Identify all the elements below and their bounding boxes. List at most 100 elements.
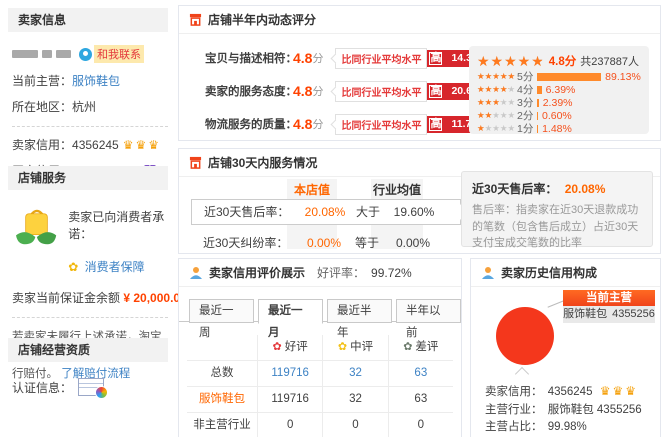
cert-label: 认证信息： — [12, 379, 72, 396]
dist-percent: 0.60% — [542, 110, 572, 122]
qualification-title: 店铺经营资质 — [8, 338, 168, 362]
rating-unit: 分 — [312, 83, 323, 99]
main-business-label: 当前主营： — [12, 72, 72, 89]
service-row-label: 近30天售后率： — [192, 200, 300, 224]
row-label: 总数 — [187, 361, 257, 386]
star-icons-on: ★★★★★ — [477, 85, 509, 94]
location-row: 所在地区： 杭州 — [12, 98, 168, 115]
higher-badge: 高 — [427, 83, 444, 100]
rating-row: 宝贝与描述相符： 4.8 分 比同行业平均水平 高 14.34% — [205, 48, 494, 68]
compare-bubble: 比同行业平均水平 — [335, 48, 427, 69]
main-business-link[interactable]: 服饰鞋包 — [72, 72, 120, 89]
contact-seller-badge[interactable]: 和我联系 — [94, 45, 144, 63]
cell-value: 119716 — [257, 387, 322, 412]
dynamic-rating-panel: 店铺半年内动态评分 宝贝与描述相符： 4.8 分 比同行业平均水平 高 14.3… — [178, 5, 661, 141]
service-row-label: 近30天纠纷率： — [191, 233, 299, 253]
history-value: 服饰鞋包 4355256 — [548, 404, 642, 416]
dist-percent: 1.48% — [542, 123, 572, 135]
tab-last-halfyear[interactable]: 最近半年 — [327, 299, 392, 323]
distribution-row: ★★★★★★★★★★ 4分 6.39% — [477, 83, 641, 96]
service-industry-value: 0.00% — [385, 233, 441, 253]
good-rate-value: 99.72% — [371, 266, 412, 280]
col-industry-avg: 行业均值 — [371, 181, 423, 198]
promise-block: 卖家已向消费者承诺： ✿ 消费者保障 — [12, 202, 168, 275]
seller-credit-label: 卖家信用： — [12, 136, 72, 153]
dist-bar — [537, 125, 538, 133]
deposit-label: 卖家当前保证金余额 — [12, 291, 120, 305]
tab-last-week[interactable]: 最近一周 — [189, 299, 254, 323]
star-icons-on: ★★★★★ — [477, 72, 517, 81]
shop-icon — [189, 156, 202, 169]
distribution-row: ★★★★★★★★★★ 2分 0.60% — [477, 109, 641, 122]
rating-score: 4.8 — [293, 50, 312, 66]
star-distribution-panel: ★★★★★★★★★★ 4.8分 共237887人 ★★★★★★★★★★ 5分 8… — [469, 46, 649, 134]
crown-icons: ♛♛♛ — [123, 138, 161, 152]
rating-unit: 分 — [312, 50, 323, 66]
history-label: 卖家信用： — [485, 386, 543, 398]
dist-label: 1分 — [517, 121, 537, 136]
dist-percent: 89.13% — [605, 71, 641, 83]
compare-bubble: 比同行业平均水平 — [335, 114, 427, 135]
star-icons-on: ★★★★★ — [477, 98, 501, 107]
shop-service-title: 店铺服务 — [8, 166, 168, 190]
rating-label: 物流服务的质量： — [205, 116, 293, 132]
location-value: 杭州 — [72, 98, 96, 115]
cell-value: 63 — [388, 387, 453, 412]
row-label: 服饰鞋包 — [187, 387, 257, 412]
certificate-icon[interactable] — [78, 378, 104, 396]
shop-icon — [189, 13, 202, 26]
history-label: 主营占比： — [485, 421, 543, 433]
cell-value-link[interactable]: 32 — [349, 367, 362, 379]
cell-value-link[interactable]: 63 — [414, 367, 427, 379]
tab-before-halfyear[interactable]: 半年以前 — [396, 299, 461, 323]
history-main-industry-row: 主营行业： 服饰鞋包 4355256 — [485, 401, 642, 417]
higher-badge: 高 — [427, 116, 444, 133]
seller-name-redacted — [12, 50, 38, 58]
seller-info-title: 卖家信息 — [8, 8, 168, 32]
table-row: 服饰鞋包 119716 32 63 — [187, 387, 453, 413]
dist-bar — [537, 73, 601, 81]
crown-icons: ♛♛♛ — [600, 384, 638, 398]
distribution-row: ★★★★★★★★★★ 5分 89.13% — [477, 70, 641, 83]
cell-value: 32 — [322, 387, 387, 412]
main-business-row: 当前主营： 服饰鞋包 — [12, 72, 168, 89]
wangwang-icon[interactable] — [79, 48, 92, 61]
dispute-rate-row: 近30天纠纷率： 0.00% 等于 0.00% — [191, 233, 459, 253]
aftersale-rate-row[interactable]: 近30天售后率： 20.08% 大于 19.60% — [191, 199, 461, 225]
time-range-tabs: 最近一周 最近一月 最近半年 半年以前 — [189, 299, 461, 324]
col-good: 好评 — [285, 341, 308, 353]
history-label: 主营行业： — [485, 404, 543, 416]
summary-count: 共237887人 — [580, 53, 639, 69]
history-main-ratio-row: 主营占比： 99.98% — [485, 418, 587, 434]
pie-callout: 当前主营 服饰鞋包 4355256 — [563, 290, 655, 323]
cell-value: 0 — [257, 413, 322, 437]
seller-credit-row: 卖家信用： 4356245 ♛♛♛ — [12, 136, 168, 153]
divider — [12, 126, 168, 127]
dist-percent: 6.39% — [546, 84, 576, 96]
service-relation: 等于 — [349, 233, 385, 253]
summary-score: 4.8分 — [549, 53, 577, 69]
rating-label: 卖家的服务态度： — [205, 83, 293, 99]
star-icons-on: ★★★★★ — [477, 124, 485, 133]
aftersale-detail-box: 近30天售后率： 20.08% 售后率：指卖家在近30天退款成功的笔数（包含售后… — [461, 171, 653, 247]
rating-score: 4.8 — [293, 83, 312, 99]
compare-bubble: 比同行业平均水平 — [335, 81, 427, 102]
tab-last-month[interactable]: 最近一月 — [258, 299, 323, 324]
dist-bar — [537, 86, 542, 94]
divider — [12, 317, 168, 318]
panel-title: 店铺半年内动态评分 — [208, 11, 316, 28]
qualification-section: 店铺经营资质 认证信息： — [8, 338, 168, 396]
service-industry-value: 19.60% — [386, 200, 442, 224]
person-icon — [481, 266, 495, 280]
cell-value-link[interactable]: 119716 — [271, 367, 309, 379]
summary-stars: ★★★★★★★★★★ 4.8分 共237887人 — [477, 52, 641, 70]
detail-value: 20.08% — [565, 182, 606, 196]
consumer-guarantee-link[interactable]: 消费者保障 — [85, 260, 145, 274]
star-icons-on: ★★★★★ — [477, 111, 493, 120]
seller-rating-page: 卖家信息 和我联系 当前主营： 服饰鞋包 所在地区： 杭州 卖家信用： 4356… — [0, 0, 667, 437]
table-row: 非主营行业 0 0 0 — [187, 413, 453, 437]
good-rate-label: 好评率： — [317, 264, 365, 281]
dist-bar — [537, 99, 539, 107]
panel-title: 卖家历史信用构成 — [501, 264, 597, 281]
credit-history-panel: 卖家历史信用构成 当前主营 服饰鞋包 4355256 卖家信用： 4356245… — [470, 258, 661, 437]
